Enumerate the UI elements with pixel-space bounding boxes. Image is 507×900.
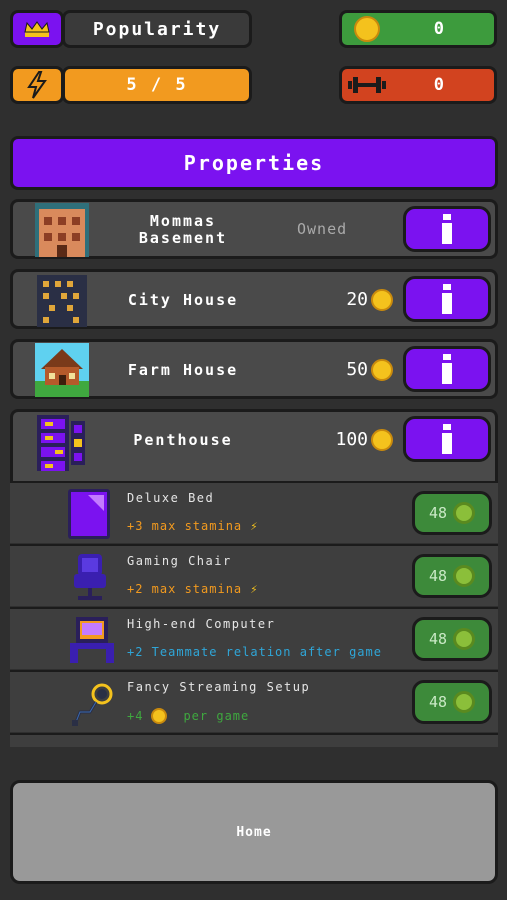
properties-header: Properties	[10, 136, 498, 190]
computer-icon	[70, 617, 114, 663]
item-row-deluxe-bed[interactable]: Deluxe Bed +3 max stamina ⚡ 48	[10, 481, 498, 543]
item-effect-prefix: +4	[127, 709, 144, 723]
coin-icon	[453, 628, 476, 650]
property-name: Penthouse	[133, 431, 233, 449]
item-effect: +2 Teammate relation after game	[127, 645, 382, 659]
info-button[interactable]	[403, 346, 491, 392]
strength-bar: 0	[339, 66, 497, 104]
popularity-bar: Popularity	[62, 10, 252, 48]
info-button[interactable]	[403, 416, 491, 462]
coin-icon	[354, 16, 380, 42]
coin-icon	[151, 708, 168, 724]
property-row-penthouse[interactable]: Penthouse 100	[10, 409, 498, 481]
property-price: 50	[346, 359, 368, 380]
item-effect-text: +3 max stamina	[127, 519, 243, 533]
energy-icon-box	[10, 66, 64, 104]
lightning-icon: ⚡	[250, 519, 259, 533]
buy-price: 48	[428, 630, 448, 648]
item-effect-text: +2 max stamina	[127, 582, 243, 596]
info-icon	[442, 354, 452, 384]
info-icon	[442, 284, 452, 314]
item-effect: +4 per game	[127, 708, 249, 724]
owned-status: Owned	[297, 220, 348, 238]
basement-building-icon	[35, 203, 89, 257]
info-button[interactable]	[403, 276, 491, 322]
lightning-icon	[27, 71, 47, 99]
coins-value: 0	[433, 19, 446, 39]
item-effect: +2 max stamina ⚡	[127, 582, 259, 596]
property-price: 20	[346, 289, 368, 310]
item-name: Fancy Streaming Setup	[127, 680, 311, 694]
popularity-icon-box	[10, 10, 64, 48]
bed-icon	[68, 489, 110, 539]
coins-bar: 0	[339, 10, 497, 48]
coin-icon	[371, 359, 393, 381]
microphone-icon	[72, 683, 113, 726]
info-button[interactable]	[403, 206, 491, 252]
list-clip-edge	[10, 733, 498, 747]
buy-price: 48	[428, 693, 448, 711]
energy-value: 5 / 5	[126, 75, 188, 95]
buy-price: 48	[428, 504, 448, 522]
property-name: Farm House	[127, 361, 239, 379]
buy-button[interactable]: 48	[412, 680, 492, 724]
gaming-chair-icon	[74, 554, 106, 600]
item-name: Deluxe Bed	[127, 491, 215, 505]
farm-house-icon	[35, 343, 89, 397]
buy-button[interactable]: 48	[412, 491, 492, 535]
crown-icon	[24, 21, 50, 37]
item-effect: +3 max stamina ⚡	[127, 519, 259, 533]
property-row-mommas-basement[interactable]: Mommas Basement Owned	[10, 199, 498, 259]
item-row-high-end-computer[interactable]: High-end Computer +2 Teammate relation a…	[10, 607, 498, 669]
property-price: 100	[335, 429, 368, 450]
property-row-farm-house[interactable]: Farm House 50	[10, 339, 498, 399]
penthouse-icon	[37, 415, 85, 471]
dumbbell-icon	[348, 77, 386, 93]
home-button[interactable]: Home	[10, 780, 498, 884]
lightning-icon: ⚡	[250, 582, 259, 596]
city-building-icon	[37, 275, 87, 327]
coin-icon	[453, 691, 476, 713]
coin-icon	[453, 565, 476, 587]
property-name: City House	[127, 291, 239, 309]
buy-button[interactable]: 48	[412, 617, 492, 661]
item-name: Gaming Chair	[127, 554, 232, 568]
buy-button[interactable]: 48	[412, 554, 492, 598]
coin-icon	[371, 429, 393, 451]
strength-value: 0	[433, 75, 446, 95]
item-effect-suffix: per game	[183, 709, 250, 723]
info-icon	[442, 424, 452, 454]
buy-price: 48	[428, 567, 448, 585]
page-title: Properties	[183, 151, 325, 175]
home-label: Home	[236, 824, 272, 840]
property-row-city-house[interactable]: City House 20	[10, 269, 498, 329]
info-icon	[442, 214, 452, 244]
scroll-shadow	[0, 747, 507, 777]
item-row-fancy-streaming-setup[interactable]: Fancy Streaming Setup +4 per game 48	[10, 670, 498, 732]
coin-icon	[371, 289, 393, 311]
popularity-label: Popularity	[92, 18, 222, 40]
item-effect-text: +2 Teammate relation after game	[127, 645, 382, 659]
property-name: Mommas Basement	[138, 212, 228, 247]
item-name: High-end Computer	[127, 617, 276, 631]
coin-icon	[453, 502, 476, 524]
item-row-gaming-chair[interactable]: Gaming Chair +2 max stamina ⚡ 48	[10, 544, 498, 606]
energy-bar: 5 / 5	[62, 66, 252, 104]
